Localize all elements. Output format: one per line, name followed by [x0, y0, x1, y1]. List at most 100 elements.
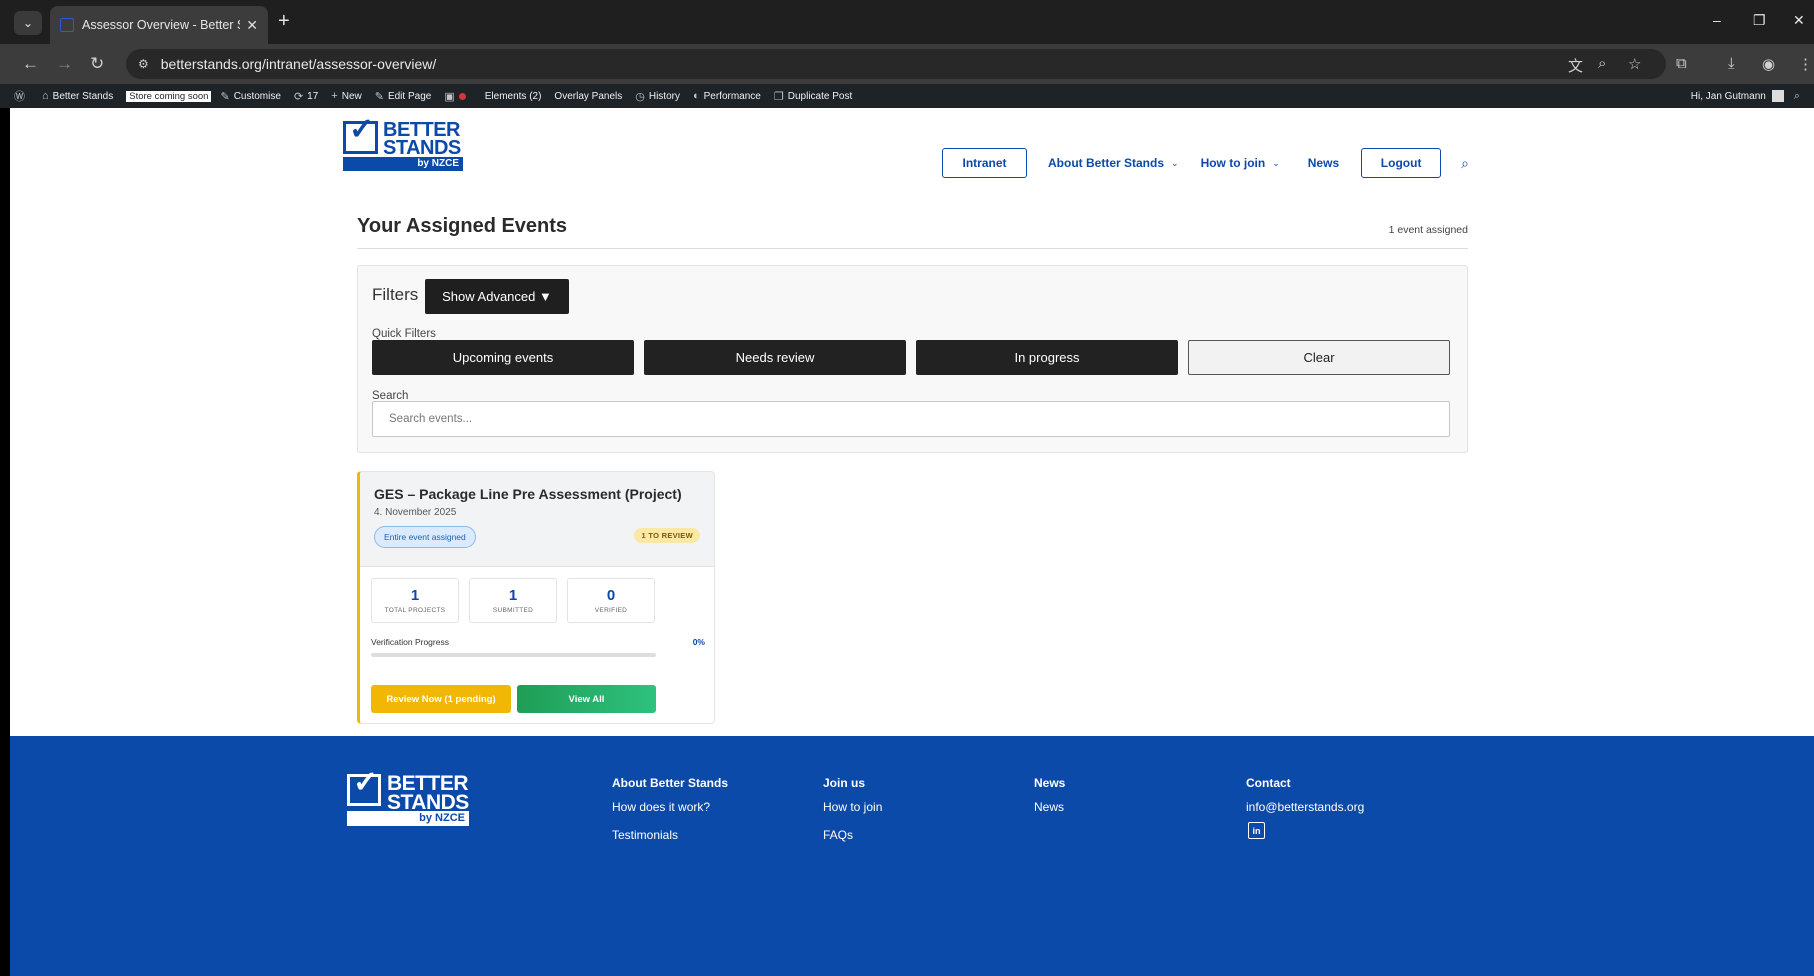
stat-value: 0 [606, 587, 616, 604]
clock-icon: ◷ [635, 90, 645, 103]
stat-label: VERIFIED [594, 607, 628, 614]
restore-icon[interactable]: ❐ [1753, 12, 1766, 29]
address-bar[interactable]: ⚙ betterstands.org/intranet/assessor-ove… [126, 49, 1666, 79]
updates-icon: ⟳ [293, 90, 304, 103]
seo-icon: ▣ [444, 90, 455, 103]
plus-icon: + [331, 90, 338, 102]
linkedin-icon[interactable]: in [1248, 822, 1265, 839]
site-info-icon[interactable]: ⚙ [138, 57, 149, 71]
nav-logout-button[interactable]: Logout [1361, 148, 1442, 178]
chevron-down-icon: ⌄ [1272, 157, 1280, 168]
logo-check-icon: ✓ [353, 766, 379, 799]
nav-intranet-button[interactable]: Intranet [942, 148, 1027, 178]
main-nav: Intranet About Better Stands ⌄ How to joi… [942, 148, 1469, 178]
filter-clear-button[interactable]: Clear [1188, 340, 1450, 375]
avatar[interactable] [1771, 90, 1784, 102]
stat-verified: 0 VERIFIED [567, 578, 655, 623]
footer-logo[interactable]: ✓ BETTER STANDS by NZCE [347, 766, 469, 828]
site-favicon-icon [60, 18, 74, 32]
stat-total-projects: 1 TOTAL PROJECTS [371, 578, 459, 623]
wp-updates[interactable]: ⟳ 17 [294, 90, 318, 103]
show-advanced-button[interactable]: Show Advanced ▼ [425, 279, 569, 314]
wp-seo[interactable]: ▣ [444, 90, 471, 103]
logo-by-nzce: by NZCE [343, 157, 463, 171]
footer-link-testimonials[interactable]: Testimonials [612, 828, 678, 842]
review-now-button[interactable]: Review Now (1 pending) [371, 685, 511, 713]
translate-icon[interactable]: 文 [1568, 55, 1583, 76]
wp-admin-bar: Ⓦ ⌂ Better Stands Store coming soon ✎ Cust… [0, 84, 1814, 108]
review-count-badge: 1 TO REVIEW [634, 528, 700, 543]
assigned-count: 1 event assigned [1388, 224, 1468, 236]
bookmark-star-icon[interactable]: ☆ [1628, 55, 1641, 73]
heading-divider [357, 248, 1468, 249]
performance-icon: ◐ [692, 90, 700, 102]
filter-needs-review-button[interactable]: Needs review [644, 340, 906, 375]
header-logo[interactable]: ✓ BETTER STANDS by NZCE [343, 113, 463, 176]
tab-search-button[interactable]: ⌄ [14, 11, 42, 35]
pencil-icon: ✎ [374, 90, 384, 103]
close-window-icon[interactable]: ✕ [1793, 12, 1805, 29]
view-all-button[interactable]: View All [517, 685, 656, 713]
profile-icon[interactable]: ◉ [1762, 55, 1775, 73]
wp-edit-page[interactable]: ✎ Edit Page [375, 90, 432, 103]
home-icon: ⌂ [42, 90, 49, 102]
wp-history[interactable]: ◷ History [635, 90, 680, 103]
verification-progress-label: Verification Progress [371, 637, 449, 647]
wp-overlay-panels[interactable]: Overlay Panels [554, 91, 622, 102]
verification-progress-percent: 0% [692, 637, 705, 647]
download-icon[interactable]: ⤓ [1728, 55, 1735, 72]
footer-heading-about: About Better Stands [612, 776, 729, 790]
tab-title: Assessor Overview - Better Stan [82, 18, 240, 32]
wp-new[interactable]: + New [331, 90, 361, 102]
assignment-badge: Entire event assigned [374, 526, 476, 548]
zoom-icon[interactable]: ⌕ [1598, 55, 1606, 72]
nav-how-to-join[interactable]: How to join ⌄ [1201, 156, 1280, 170]
chevron-down-icon: ⌄ [1171, 157, 1179, 168]
wp-duplicate-post[interactable]: ❐ Duplicate Post [774, 90, 852, 103]
search-input[interactable] [372, 401, 1450, 437]
event-title[interactable]: GES – Package Line Pre Assessment (Proje… [374, 486, 682, 502]
header-search-icon[interactable]: ⌕ [1461, 155, 1469, 172]
verification-progress-bar [371, 653, 656, 657]
wp-site-name[interactable]: ⌂ Better Stands [42, 90, 113, 102]
seo-status-dot [458, 92, 466, 100]
wp-greeting[interactable]: Hi, Jan Gutmann [1691, 91, 1766, 102]
stat-value: 1 [410, 587, 420, 604]
filter-in-progress-button[interactable]: In progress [916, 340, 1178, 375]
event-card: GES – Package Line Pre Assessment (Proje… [357, 471, 715, 724]
filters-panel: Filters Show Advanced ▼ Quick Filters Up… [357, 265, 1468, 453]
new-tab-icon[interactable]: + [278, 11, 290, 31]
footer-link-news[interactable]: News [1034, 800, 1064, 814]
back-icon[interactable]: ← [22, 54, 39, 74]
logo-by-nzce: by NZCE [347, 811, 469, 826]
store-badge[interactable]: Store coming soon [126, 90, 212, 102]
footer-link-how-it-works[interactable]: How does it work? [612, 800, 710, 814]
wp-logo-icon[interactable]: Ⓦ [14, 88, 29, 104]
footer-link-how-to-join[interactable]: How to join [823, 800, 882, 814]
browser-toolbar: ← → ↻ ⚙ betterstands.org/intranet/assess… [0, 44, 1814, 84]
wp-customise[interactable]: ✎ Customise [220, 90, 280, 103]
page-title: Your Assigned Events [357, 215, 568, 237]
browser-tab-active[interactable]: Assessor Overview - Better Stan ✕ [50, 6, 268, 44]
footer-heading-join: Join us [823, 776, 866, 790]
wp-search-icon[interactable]: ⌕ [1794, 90, 1800, 103]
footer-heading-news: News [1034, 776, 1066, 790]
wp-elements[interactable]: Elements (2) [485, 91, 542, 102]
extensions-icon[interactable]: ⧉ [1676, 55, 1687, 72]
footer-heading-contact: Contact [1246, 776, 1291, 790]
browser-tab-bar: ⌄ Assessor Overview - Better Stan ✕ + – … [0, 0, 1814, 44]
footer-contact-email[interactable]: info@betterstands.org [1246, 800, 1364, 814]
quick-filters-label: Quick Filters [372, 328, 436, 340]
nav-about[interactable]: About Better Stands ⌄ [1048, 156, 1179, 170]
brush-icon: ✎ [220, 90, 230, 103]
tab-close-icon[interactable]: ✕ [246, 17, 258, 34]
minimize-icon[interactable]: – [1713, 12, 1721, 28]
nav-news[interactable]: News [1308, 156, 1339, 170]
wp-performance[interactable]: ◐ Performance [693, 90, 761, 102]
logo-check-icon: ✓ [349, 113, 375, 146]
reload-icon[interactable]: ↻ [90, 54, 104, 74]
footer-link-faqs[interactable]: FAQs [823, 828, 853, 842]
browser-menu-icon[interactable]: ⋮ [1798, 55, 1813, 73]
filter-upcoming-button[interactable]: Upcoming events [372, 340, 634, 375]
forward-icon[interactable]: → [56, 54, 73, 74]
